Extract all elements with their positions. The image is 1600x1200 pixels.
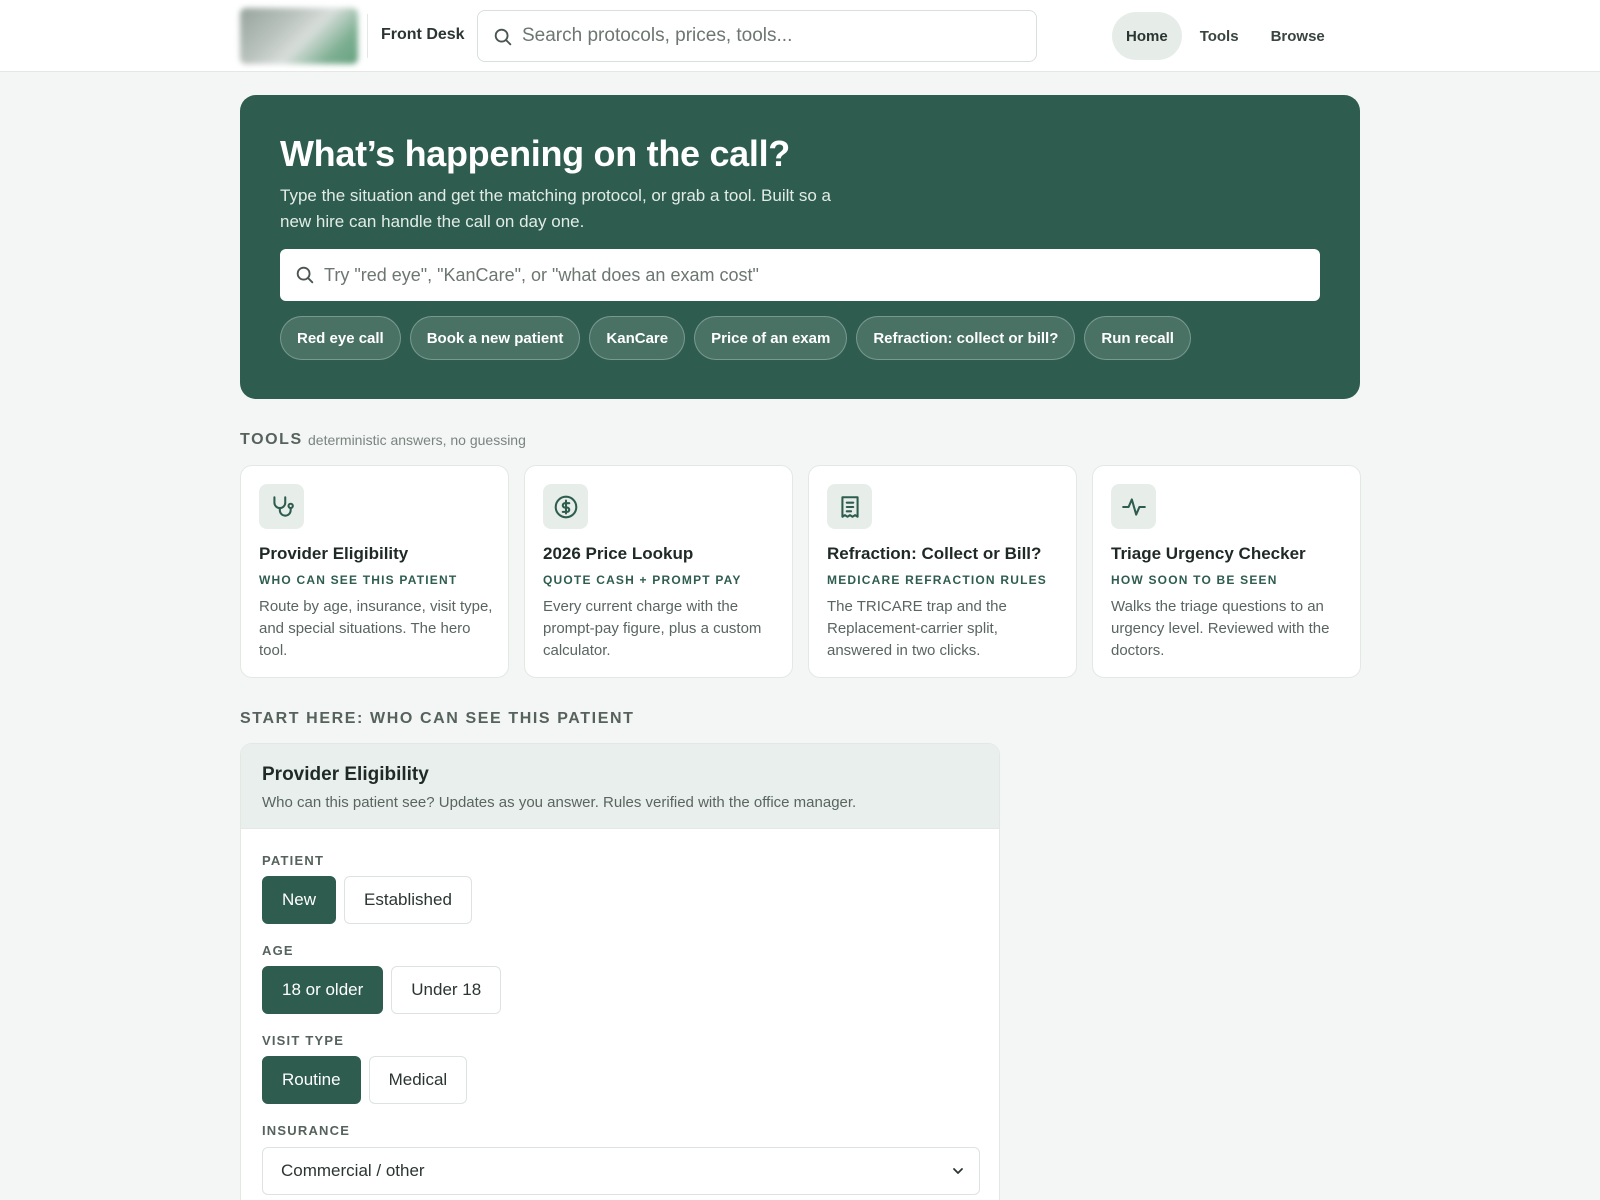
start-heading: START HERE: WHO CAN SEE THIS PATIENT xyxy=(240,710,635,727)
visit-routine-button[interactable]: Routine xyxy=(262,1056,361,1104)
pulse-icon xyxy=(1121,497,1146,516)
card-kicker: WHO CAN SEE THIS PATIENT xyxy=(259,573,458,587)
insurance-select[interactable]: Commercial / other xyxy=(262,1147,980,1195)
search-icon xyxy=(494,28,512,46)
tool-card-price-lookup[interactable]: 2026 Price Lookup QUOTE CASH + PROMPT PA… xyxy=(524,465,793,678)
chip-price-of-exam[interactable]: Price of an exam xyxy=(694,316,848,360)
card-kicker: QUOTE CASH + PROMPT PAY xyxy=(543,573,742,587)
tools-heading: TOOLS xyxy=(240,431,303,448)
eligibility-panel: Provider Eligibility Who can this patien… xyxy=(240,743,1000,1200)
nav-browse[interactable]: Browse xyxy=(1257,12,1339,60)
chip-run-recall[interactable]: Run recall xyxy=(1084,316,1191,360)
visit-medical-button[interactable]: Medical xyxy=(368,1056,468,1104)
hero-panel: What’s happening on the call? Type the s… xyxy=(240,95,1360,399)
chip-kancare[interactable]: KanCare xyxy=(589,316,686,360)
tools-note: deterministic answers, no guessing xyxy=(308,432,526,448)
tool-cards: Provider Eligibility WHO CAN SEE THIS PA… xyxy=(240,465,1361,678)
insurance-value: Commercial / other xyxy=(281,1161,425,1180)
card-title: Refraction: Collect or Bill? xyxy=(827,544,1042,563)
panel-header: Provider Eligibility Who can this patien… xyxy=(241,744,999,829)
hero-title: What’s happening on the call? xyxy=(280,133,790,174)
patient-established-button[interactable]: Established xyxy=(344,876,472,924)
card-title: Triage Urgency Checker xyxy=(1111,544,1306,563)
panel-subtitle: Who can this patient see? Updates as you… xyxy=(262,794,857,811)
chevron-down-icon xyxy=(953,1168,963,1174)
age-minor-button[interactable]: Under 18 xyxy=(391,966,502,1014)
patient-new-button[interactable]: New xyxy=(262,876,337,924)
card-title: 2026 Price Lookup xyxy=(543,544,694,563)
insurance-label: INSURANCE xyxy=(262,1123,351,1138)
quick-chips: Red eye call Book a new patient KanCare … xyxy=(280,316,1191,360)
tool-card-provider-eligibility[interactable]: Provider Eligibility WHO CAN SEE THIS PA… xyxy=(240,465,509,678)
panel-title: Provider Eligibility xyxy=(262,764,429,785)
card-description: Every current charge with the prompt-pay… xyxy=(543,598,762,659)
global-search xyxy=(477,10,1037,62)
top-nav: Front Desk Home Tools Browse xyxy=(0,0,1600,72)
tool-card-refraction[interactable]: Refraction: Collect or Bill? MEDICARE RE… xyxy=(808,465,1077,678)
brand-name: Front Desk xyxy=(381,26,465,43)
age-toggle: 18 or older Under 18 xyxy=(262,966,502,1014)
hero-subtitle: Type the situation and get the matching … xyxy=(280,186,831,231)
hero-search xyxy=(280,249,1320,301)
card-kicker: MEDICARE REFRACTION RULES xyxy=(827,573,1048,587)
divider xyxy=(367,14,368,58)
chip-book-new-patient[interactable]: Book a new patient xyxy=(409,316,581,360)
main-nav: Home Tools Browse xyxy=(1112,12,1339,60)
receipt-icon xyxy=(840,495,859,518)
patient-toggle: New Established xyxy=(262,876,472,924)
visit-type-label: VISIT TYPE xyxy=(262,1033,345,1048)
global-search-input[interactable] xyxy=(522,11,1022,60)
search-icon xyxy=(296,266,314,284)
card-description: Route by age, insurance, visit type, and… xyxy=(259,598,493,659)
tool-card-triage[interactable]: Triage Urgency Checker HOW SOON TO BE SE… xyxy=(1092,465,1361,678)
visit-type-toggle: Routine Medical xyxy=(262,1056,468,1104)
card-description: The TRICARE trap and the Replacement-car… xyxy=(827,598,1007,659)
logo[interactable] xyxy=(240,8,358,64)
nav-home[interactable]: Home xyxy=(1112,12,1182,60)
nav-tools[interactable]: Tools xyxy=(1186,12,1253,60)
card-description: Walks the triage questions to an urgency… xyxy=(1111,598,1330,659)
card-title: Provider Eligibility xyxy=(259,544,409,563)
patient-label: PATIENT xyxy=(262,853,325,868)
chip-refraction[interactable]: Refraction: collect or bill? xyxy=(856,316,1076,360)
card-kicker: HOW SOON TO BE SEEN xyxy=(1111,573,1278,587)
stethoscope-icon xyxy=(272,495,294,517)
age-adult-button[interactable]: 18 or older xyxy=(262,966,384,1014)
dollar-circle-icon xyxy=(554,495,577,518)
age-label: AGE xyxy=(262,943,294,958)
chip-red-eye-call[interactable]: Red eye call xyxy=(280,316,401,360)
hero-search-input[interactable] xyxy=(324,249,1304,301)
